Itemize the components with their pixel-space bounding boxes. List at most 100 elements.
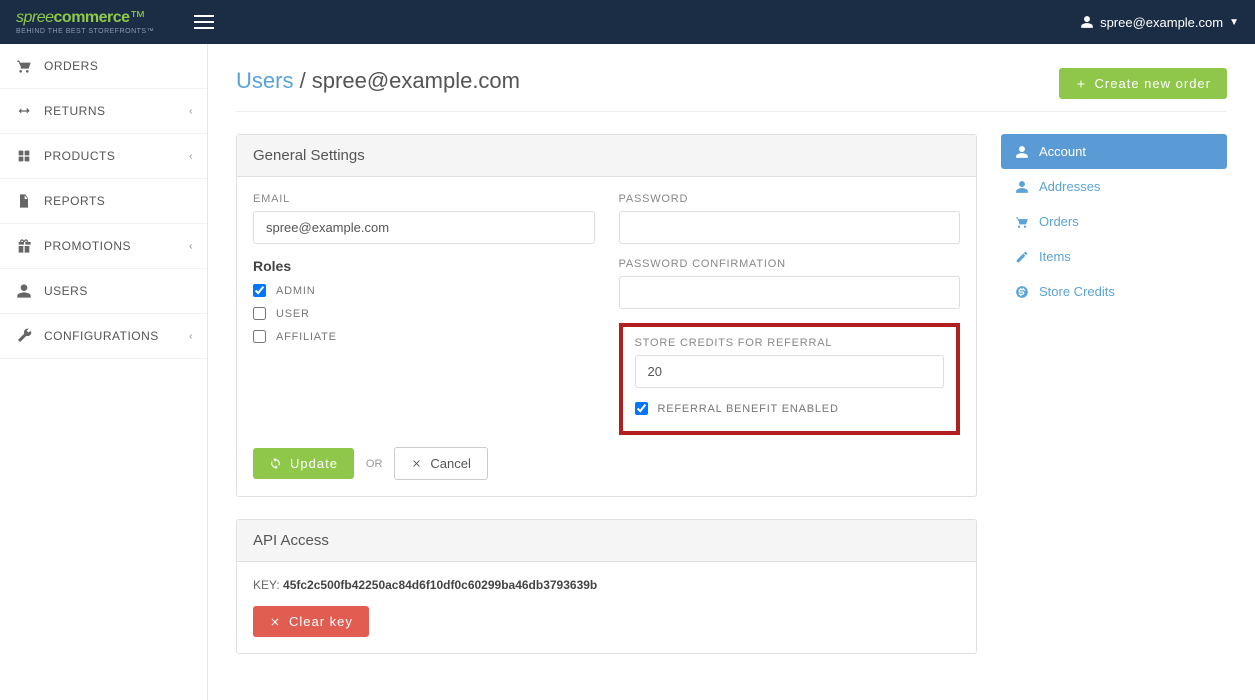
cancel-label: Cancel — [430, 456, 470, 471]
referral-benefit-label: REFERRAL BENEFIT ENABLED — [658, 403, 839, 415]
cart-icon — [16, 58, 32, 74]
sidenav-addresses[interactable]: Addresses — [1001, 169, 1227, 204]
user-email: spree@example.com — [1100, 15, 1223, 30]
user-icon — [16, 283, 32, 299]
breadcrumb-sep: / — [293, 68, 311, 93]
role-admin-label: ADMIN — [276, 285, 315, 297]
brand-suffix: commerce — [54, 9, 130, 26]
sidenav-label: Items — [1039, 249, 1071, 264]
sidenav-orders[interactable]: Orders — [1001, 204, 1227, 239]
gift-icon — [16, 238, 32, 254]
cancel-button[interactable]: Cancel — [394, 447, 487, 480]
key-value: 45fc2c500fb42250ac84d6f10df0c60299ba46db… — [283, 578, 597, 592]
role-admin-row[interactable]: ADMIN — [253, 284, 595, 297]
sidenav-items[interactable]: Items — [1001, 239, 1227, 274]
grid-icon — [16, 148, 32, 164]
sidebar-label: PRODUCTS — [44, 149, 115, 163]
general-settings-panel: General Settings EMAIL Roles — [236, 134, 977, 497]
panel-heading: General Settings — [237, 135, 976, 177]
breadcrumb: Users / spree@example.com — [236, 68, 520, 94]
email-label: EMAIL — [253, 193, 595, 205]
password-confirmation-input[interactable] — [619, 276, 961, 309]
sidebar-item-returns[interactable]: RETURNS ‹ — [0, 89, 207, 134]
wrench-icon — [16, 328, 32, 344]
breadcrumb-root[interactable]: Users — [236, 68, 293, 93]
sidebar-item-configurations[interactable]: CONFIGURATIONS ‹ — [0, 314, 207, 359]
pencil-icon — [1015, 250, 1029, 264]
clear-key-label: Clear key — [289, 614, 353, 629]
returns-icon — [16, 103, 32, 119]
referral-benefit-checkbox[interactable] — [635, 402, 648, 415]
api-access-panel: API Access KEY: 45fc2c500fb42250ac84d6f1… — [236, 519, 977, 654]
role-affiliate-label: AFFILIATE — [276, 331, 337, 343]
or-text: OR — [366, 458, 383, 470]
sidebar: ORDERS RETURNS ‹ PRODUCTS ‹ REPORTS PROM… — [0, 44, 208, 700]
divider — [236, 111, 1227, 112]
role-admin-checkbox[interactable] — [253, 284, 266, 297]
side-nav: Account Addresses Orders Items Store Cre… — [1001, 134, 1227, 309]
brand-logo[interactable]: spreecommerce™ BEHIND THE BEST STOREFRON… — [16, 10, 154, 35]
password-confirmation-label: PASSWORD CONFIRMATION — [619, 258, 961, 270]
email-input[interactable] — [253, 211, 595, 244]
create-order-label: Create new order — [1095, 76, 1211, 91]
main-content: Users / spree@example.com Create new ord… — [208, 44, 1255, 700]
clear-key-button[interactable]: Clear key — [253, 606, 369, 637]
chevron-left-icon: ‹ — [189, 151, 193, 162]
sidebar-label: REPORTS — [44, 194, 105, 208]
role-user-checkbox[interactable] — [253, 307, 266, 320]
user-icon — [1015, 145, 1029, 159]
role-affiliate-checkbox[interactable] — [253, 330, 266, 343]
close-icon — [411, 458, 422, 469]
dollar-icon — [1015, 285, 1029, 299]
topbar-left: spreecommerce™ BEHIND THE BEST STOREFRON… — [16, 10, 214, 35]
cart-icon — [1015, 215, 1029, 229]
sidebar-item-promotions[interactable]: PROMOTIONS ‹ — [0, 224, 207, 269]
close-icon — [269, 616, 281, 628]
panel-heading: API Access — [237, 520, 976, 562]
brand-name: spree — [16, 9, 54, 26]
sidenav-label: Orders — [1039, 214, 1079, 229]
store-credits-input[interactable] — [635, 355, 945, 388]
role-affiliate-row[interactable]: AFFILIATE — [253, 330, 595, 343]
update-button[interactable]: Update — [253, 448, 354, 479]
chevron-left-icon: ‹ — [189, 331, 193, 342]
api-key-row: KEY: 45fc2c500fb42250ac84d6f10df0c60299b… — [253, 578, 960, 592]
password-input[interactable] — [619, 211, 961, 244]
sidenav-label: Addresses — [1039, 179, 1100, 194]
refresh-icon — [269, 457, 282, 470]
sidebar-item-orders[interactable]: ORDERS — [0, 44, 207, 89]
sidebar-label: RETURNS — [44, 104, 106, 118]
sidenav-store-credits[interactable]: Store Credits — [1001, 274, 1227, 309]
sidebar-label: PROMOTIONS — [44, 239, 131, 253]
user-menu[interactable]: spree@example.com ▼ — [1080, 15, 1239, 30]
sidenav-label: Account — [1039, 144, 1086, 159]
role-user-row[interactable]: USER — [253, 307, 595, 320]
sidenav-account[interactable]: Account — [1001, 134, 1227, 169]
menu-toggle-icon[interactable] — [194, 15, 214, 29]
breadcrumb-current: spree@example.com — [312, 68, 520, 93]
password-label: PASSWORD — [619, 193, 961, 205]
user-icon — [1080, 15, 1094, 29]
plus-icon — [1075, 78, 1087, 90]
user-icon — [1015, 180, 1029, 194]
sidebar-label: USERS — [44, 284, 88, 298]
role-user-label: USER — [276, 308, 310, 320]
brand-tagline: BEHIND THE BEST STOREFRONTS™ — [16, 28, 154, 35]
sidebar-item-users[interactable]: USERS — [0, 269, 207, 314]
chevron-left-icon: ‹ — [189, 106, 193, 117]
action-row: Update OR Cancel — [253, 447, 960, 480]
file-icon — [16, 193, 32, 209]
page-header: Users / spree@example.com Create new ord… — [236, 68, 1227, 99]
create-order-button[interactable]: Create new order — [1059, 68, 1227, 99]
store-credits-label: STORE CREDITS FOR REFERRAL — [635, 337, 945, 349]
update-label: Update — [290, 456, 338, 471]
key-label: KEY: — [253, 578, 280, 592]
chevron-left-icon: ‹ — [189, 241, 193, 252]
sidebar-item-products[interactable]: PRODUCTS ‹ — [0, 134, 207, 179]
referral-benefit-row[interactable]: REFERRAL BENEFIT ENABLED — [635, 402, 945, 415]
sidenav-label: Store Credits — [1039, 284, 1115, 299]
topbar: spreecommerce™ BEHIND THE BEST STOREFRON… — [0, 0, 1255, 44]
sidebar-item-reports[interactable]: REPORTS — [0, 179, 207, 224]
sidebar-label: ORDERS — [44, 59, 98, 73]
roles-heading: Roles — [253, 258, 595, 274]
